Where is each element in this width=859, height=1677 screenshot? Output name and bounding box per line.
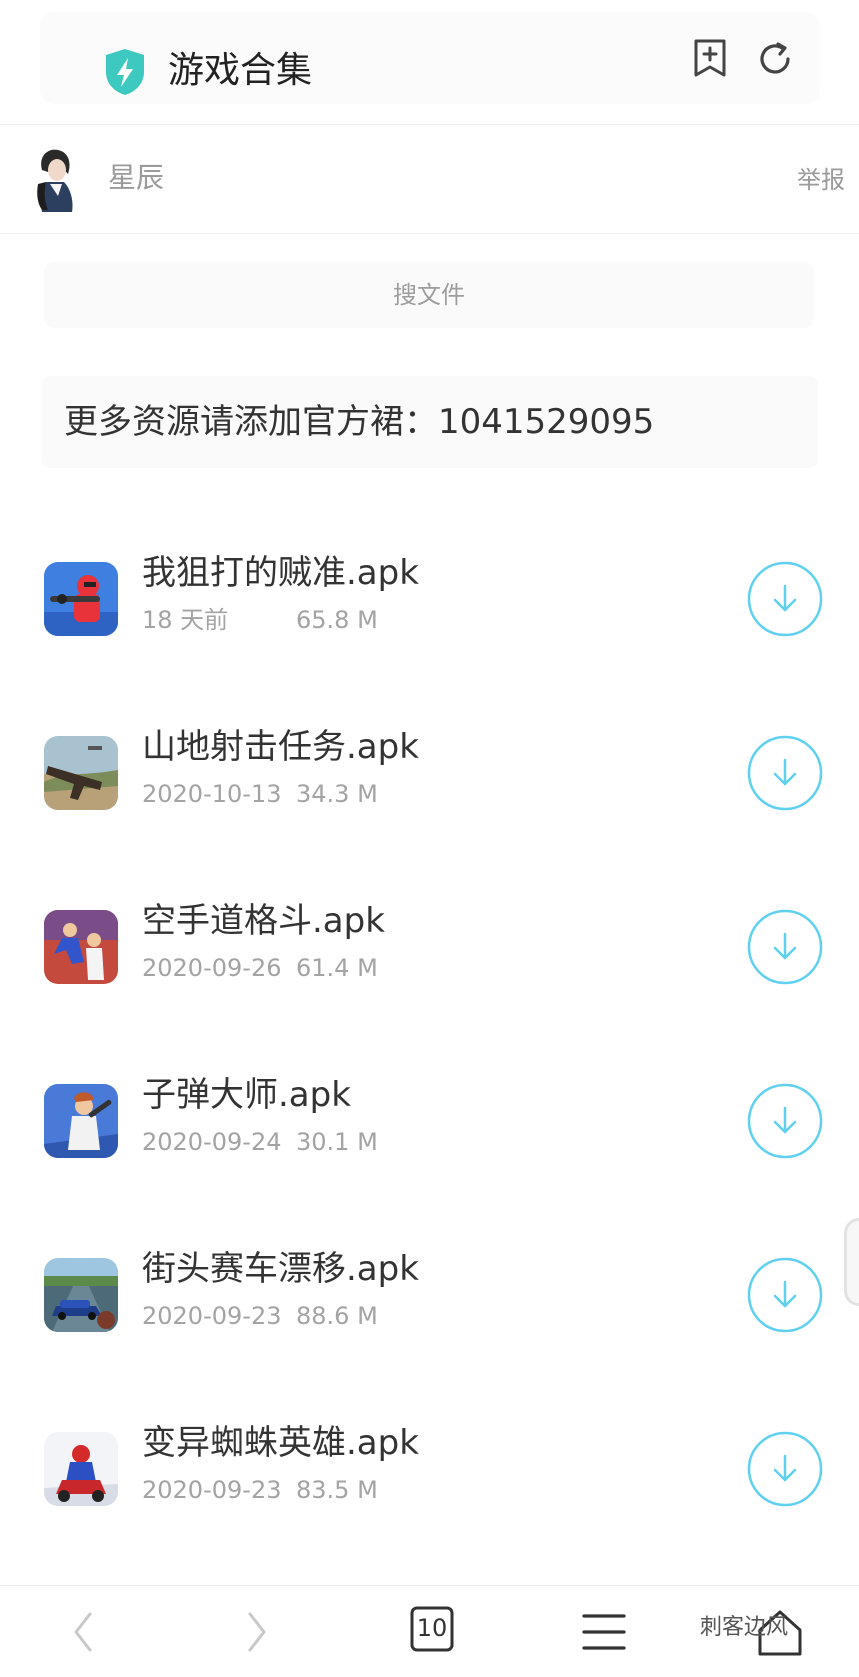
file-name: 山地射击任务.apk bbox=[142, 727, 419, 767]
list-item[interactable]: 山地射击任务.apk 2020-10-13 34.3 M bbox=[0, 686, 859, 860]
file-name: 空手道格斗.apk bbox=[142, 901, 385, 941]
top-bar: 游戏合集 bbox=[0, 0, 859, 125]
list-item[interactable]: 子弹大师.apk 2020-09-24 30.1 M bbox=[0, 1034, 859, 1208]
file-name: 我狙打的贼准.apk bbox=[142, 553, 419, 593]
racing-game-icon bbox=[44, 1258, 118, 1332]
notice-banner: 更多资源请添加官方裙：1041529095 bbox=[42, 376, 818, 468]
list-item[interactable]: 空手道格斗.apk 2020-09-26 61.4 M bbox=[0, 860, 859, 1034]
file-date: 2020-09-23 bbox=[142, 1302, 282, 1330]
file-date: 2020-09-23 bbox=[142, 1476, 282, 1504]
download-icon[interactable] bbox=[746, 734, 824, 812]
file-size: 88.6 M bbox=[296, 1302, 378, 1330]
file-date: 2020-09-24 bbox=[142, 1128, 282, 1156]
shield-lightning-icon bbox=[106, 49, 144, 95]
file-date: 2020-10-13 bbox=[142, 780, 282, 808]
file-name: 子弹大师.apk bbox=[142, 1075, 351, 1115]
add-bookmark-icon[interactable] bbox=[692, 38, 728, 78]
rifle-game-icon bbox=[44, 736, 118, 810]
menu-icon[interactable] bbox=[574, 1604, 634, 1660]
page-title: 游戏合集 bbox=[168, 50, 313, 91]
file-list: 我狙打的贼准.apk 18 天前 65.8 M 山地射击任务.apk 2020-… bbox=[0, 512, 859, 1556]
back-icon[interactable] bbox=[54, 1604, 114, 1660]
sharer-name[interactable]: 星辰 bbox=[108, 158, 164, 198]
search-files-button[interactable]: 搜文件 bbox=[44, 262, 814, 328]
file-size: 34.3 M bbox=[296, 780, 378, 808]
download-icon[interactable] bbox=[746, 1430, 824, 1508]
list-item[interactable]: 变异蜘蛛英雄.apk 2020-09-23 83.5 M bbox=[0, 1382, 859, 1556]
download-icon[interactable] bbox=[746, 908, 824, 986]
sniper-game-icon bbox=[44, 562, 118, 636]
bottom-nav-bar: 10 刺客边风 bbox=[0, 1585, 859, 1677]
sharer-bar: 星辰 举报 bbox=[0, 126, 859, 234]
file-size: 65.8 M bbox=[296, 606, 378, 634]
download-icon[interactable] bbox=[746, 1256, 824, 1334]
report-button[interactable]: 举报 bbox=[797, 162, 845, 198]
file-size: 61.4 M bbox=[296, 954, 378, 982]
avatar[interactable] bbox=[28, 146, 84, 212]
file-size: 83.5 M bbox=[296, 1476, 378, 1504]
file-date: 18 天前 bbox=[142, 606, 229, 634]
file-size: 30.1 M bbox=[296, 1128, 378, 1156]
file-name: 变异蜘蛛英雄.apk bbox=[142, 1423, 419, 1463]
file-name: 街头赛车漂移.apk bbox=[142, 1249, 419, 1289]
forward-icon[interactable] bbox=[226, 1604, 286, 1660]
download-icon[interactable] bbox=[746, 560, 824, 638]
watermark-text: 刺客边风 bbox=[700, 1615, 789, 1640]
list-item[interactable]: 街头赛车漂移.apk 2020-09-23 88.6 M bbox=[0, 1208, 859, 1382]
spider-hero-game-icon bbox=[44, 1432, 118, 1506]
refresh-icon[interactable] bbox=[756, 40, 794, 78]
karate-game-icon bbox=[44, 910, 118, 984]
list-item[interactable]: 我狙打的贼准.apk 18 天前 65.8 M bbox=[0, 512, 859, 686]
side-drawer-handle[interactable] bbox=[844, 1218, 859, 1306]
tabs-button[interactable]: 10 bbox=[402, 1604, 462, 1660]
file-date: 2020-09-26 bbox=[142, 954, 282, 982]
bullet-master-game-icon bbox=[44, 1084, 118, 1158]
download-icon[interactable] bbox=[746, 1082, 824, 1160]
tab-count: 10 bbox=[416, 1614, 448, 1642]
